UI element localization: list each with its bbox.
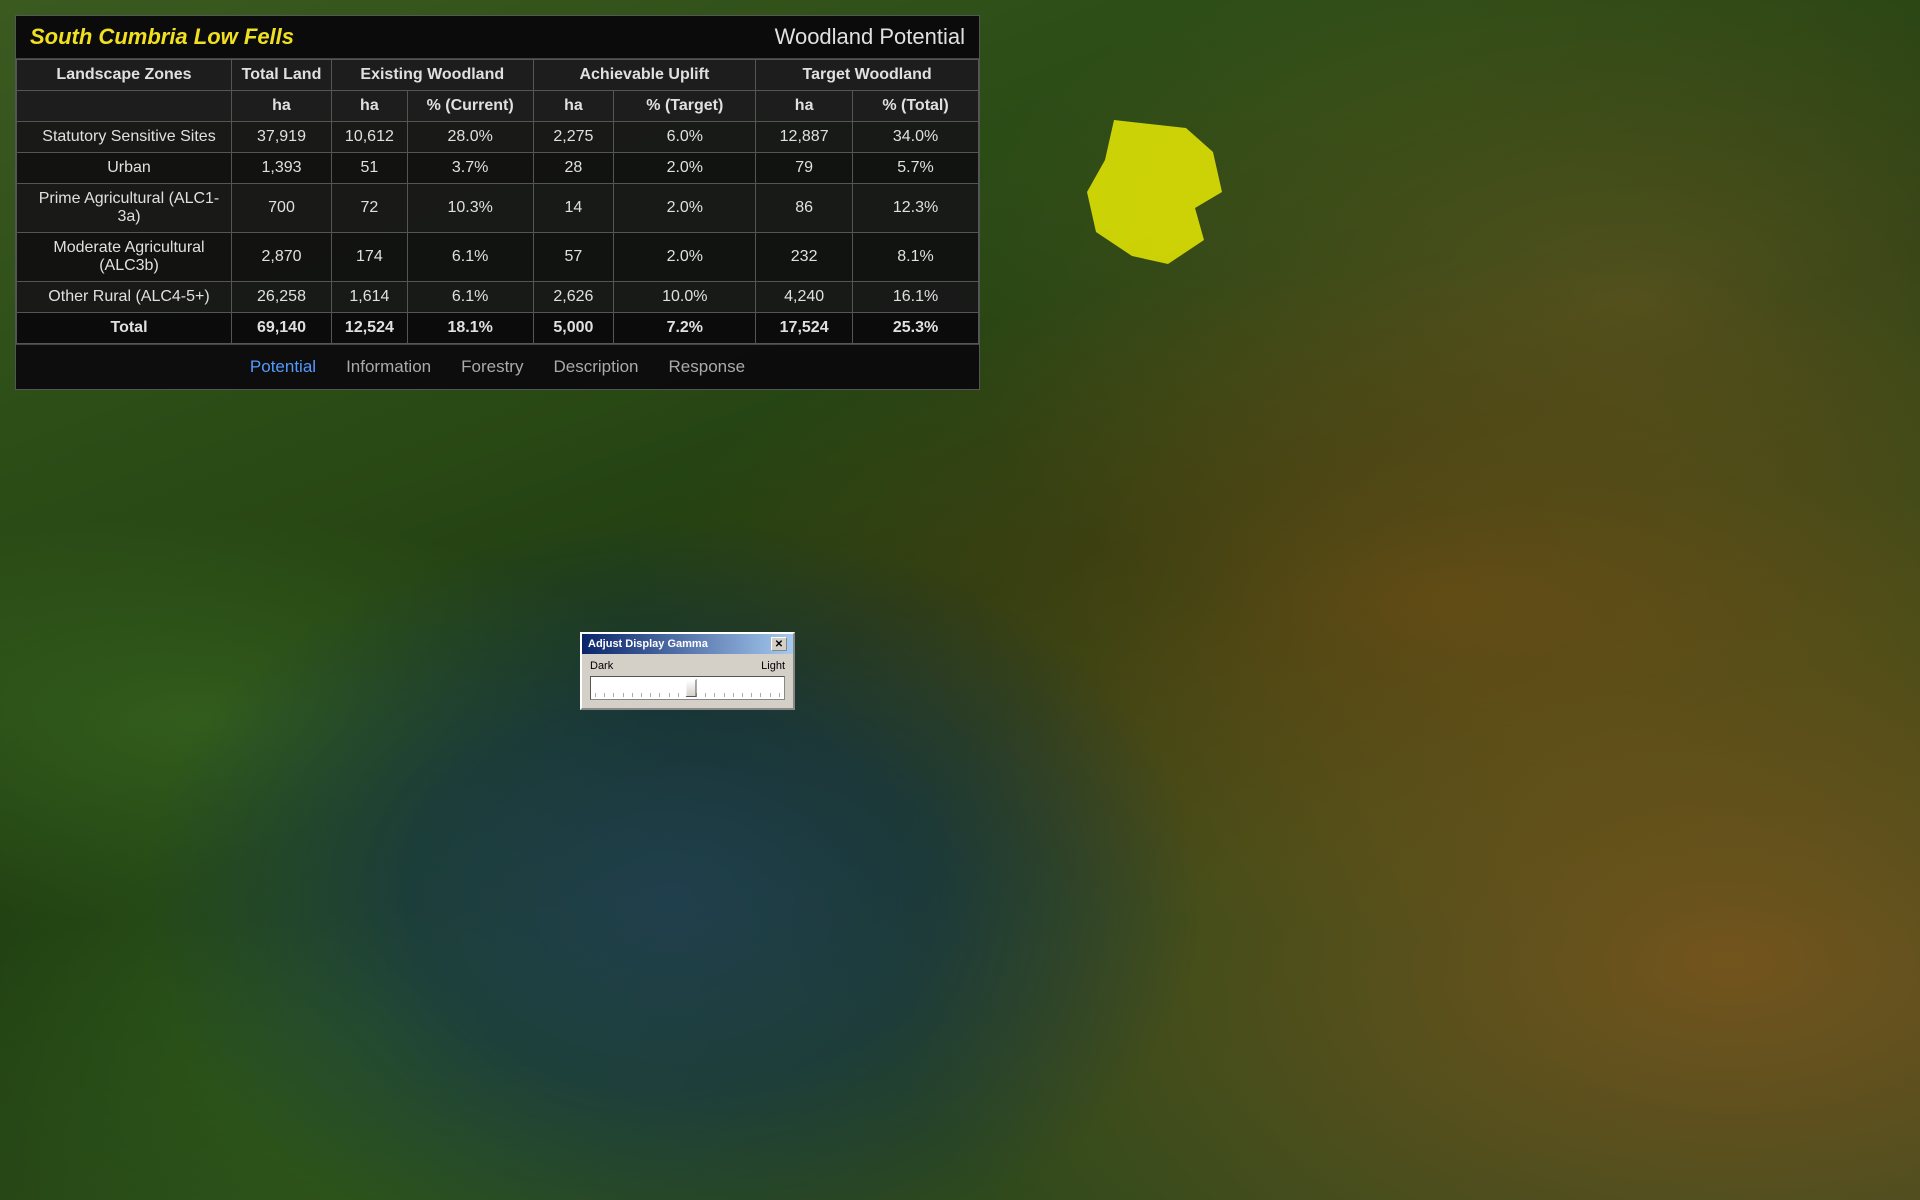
zone-name: Prime Agricultural (ALC1-3a): [17, 184, 232, 233]
target-pct: 5.7%: [853, 153, 979, 184]
existing-pct: 6.1%: [407, 282, 533, 313]
subheader-achievable-ha: ha: [533, 91, 614, 122]
total-achievable-ha: 5,000: [533, 313, 614, 344]
zone-name: Statutory Sensitive Sites: [17, 122, 232, 153]
nav-tab-response[interactable]: Response: [669, 357, 746, 377]
total-ha: 700: [232, 184, 332, 233]
gamma-label-dark: Dark: [590, 660, 613, 672]
col-header-landscape: Landscape Zones: [17, 60, 232, 91]
total-total-ha: 69,140: [232, 313, 332, 344]
target-ha: 79: [756, 153, 853, 184]
achievable-ha: 2,626: [533, 282, 614, 313]
panel-title: Woodland Potential: [775, 24, 965, 50]
existing-ha: 51: [332, 153, 408, 184]
gamma-slider-container[interactable]: [590, 676, 785, 700]
subheader-achievable-pct: % (Target): [614, 91, 756, 122]
table-row: Other Rural (ALC4-5+) 26,258 1,614 6.1% …: [17, 282, 979, 313]
col-header-total: Total Land: [232, 60, 332, 91]
target-ha: 232: [756, 233, 853, 282]
data-table: Landscape Zones Total Land Existing Wood…: [16, 59, 979, 344]
total-row: Total 69,140 12,524 18.1% 5,000 7.2% 17,…: [17, 313, 979, 344]
achievable-pct: 2.0%: [614, 184, 756, 233]
nav-tab-forestry[interactable]: Forestry: [461, 357, 523, 377]
subheader-target-pct: % (Total): [853, 91, 979, 122]
gamma-labels: Dark Light: [590, 660, 785, 672]
region-title: South Cumbria Low Fells: [30, 24, 294, 50]
gamma-label-light: Light: [761, 660, 785, 672]
table-row: Urban 1,393 51 3.7% 28 2.0% 79 5.7%: [17, 153, 979, 184]
nav-tab-information[interactable]: Information: [346, 357, 431, 377]
zone-name: Urban: [17, 153, 232, 184]
nav-tabs: Potential Information Forestry Description R…: [16, 344, 979, 389]
gamma-body: Dark Light: [582, 654, 793, 708]
target-ha: 4,240: [756, 282, 853, 313]
table-row: Moderate Agricultural (ALC3b) 2,870 174 …: [17, 233, 979, 282]
subheader-existing-pct: % (Current): [407, 91, 533, 122]
gamma-title: Adjust Display Gamma: [588, 638, 708, 650]
subheader-total-ha: ha: [232, 91, 332, 122]
col-header-achievable: Achievable Uplift: [533, 60, 756, 91]
total-existing-ha: 12,524: [332, 313, 408, 344]
achievable-ha: 14: [533, 184, 614, 233]
title-bar: South Cumbria Low Fells Woodland Potenti…: [16, 16, 979, 59]
total-ha: 26,258: [232, 282, 332, 313]
target-ha: 86: [756, 184, 853, 233]
existing-ha: 72: [332, 184, 408, 233]
gamma-titlebar: Adjust Display Gamma ✕: [582, 634, 793, 654]
existing-ha: 174: [332, 233, 408, 282]
achievable-ha: 57: [533, 233, 614, 282]
target-pct: 16.1%: [853, 282, 979, 313]
nav-tab-potential[interactable]: Potential: [250, 357, 316, 377]
gamma-slider-thumb[interactable]: [686, 679, 697, 697]
zone-name: Other Rural (ALC4-5+): [17, 282, 232, 313]
target-pct: 34.0%: [853, 122, 979, 153]
table-body: Statutory Sensitive Sites 37,919 10,612 …: [17, 122, 979, 344]
target-ha: 12,887: [756, 122, 853, 153]
table-row: Prime Agricultural (ALC1-3a) 700 72 10.3…: [17, 184, 979, 233]
existing-pct: 28.0%: [407, 122, 533, 153]
existing-ha: 1,614: [332, 282, 408, 313]
achievable-pct: 2.0%: [614, 233, 756, 282]
existing-ha: 10,612: [332, 122, 408, 153]
achievable-ha: 28: [533, 153, 614, 184]
total-achievable-pct: 7.2%: [614, 313, 756, 344]
total-target-pct: 25.3%: [853, 313, 979, 344]
subheader-zone: [17, 91, 232, 122]
achievable-pct: 2.0%: [614, 153, 756, 184]
total-ha: 37,919: [232, 122, 332, 153]
zone-name: Moderate Agricultural (ALC3b): [17, 233, 232, 282]
achievable-pct: 6.0%: [614, 122, 756, 153]
nav-tab-description[interactable]: Description: [553, 357, 638, 377]
total-target-ha: 17,524: [756, 313, 853, 344]
target-pct: 8.1%: [853, 233, 979, 282]
gamma-track: [593, 679, 782, 697]
existing-pct: 3.7%: [407, 153, 533, 184]
subheader-existing-ha: ha: [332, 91, 408, 122]
subheader-target-ha: ha: [756, 91, 853, 122]
achievable-pct: 10.0%: [614, 282, 756, 313]
existing-pct: 10.3%: [407, 184, 533, 233]
total-zone-label: Total: [17, 313, 232, 344]
gamma-dialog: Adjust Display Gamma ✕ Dark Light: [580, 632, 795, 710]
table-row: Statutory Sensitive Sites 37,919 10,612 …: [17, 122, 979, 153]
total-existing-pct: 18.1%: [407, 313, 533, 344]
existing-pct: 6.1%: [407, 233, 533, 282]
total-ha: 1,393: [232, 153, 332, 184]
achievable-ha: 2,275: [533, 122, 614, 153]
col-header-existing: Existing Woodland: [332, 60, 534, 91]
total-ha: 2,870: [232, 233, 332, 282]
main-panel: South Cumbria Low Fells Woodland Potenti…: [15, 15, 980, 390]
gamma-close-button[interactable]: ✕: [771, 637, 787, 651]
target-pct: 12.3%: [853, 184, 979, 233]
col-header-target: Target Woodland: [756, 60, 979, 91]
